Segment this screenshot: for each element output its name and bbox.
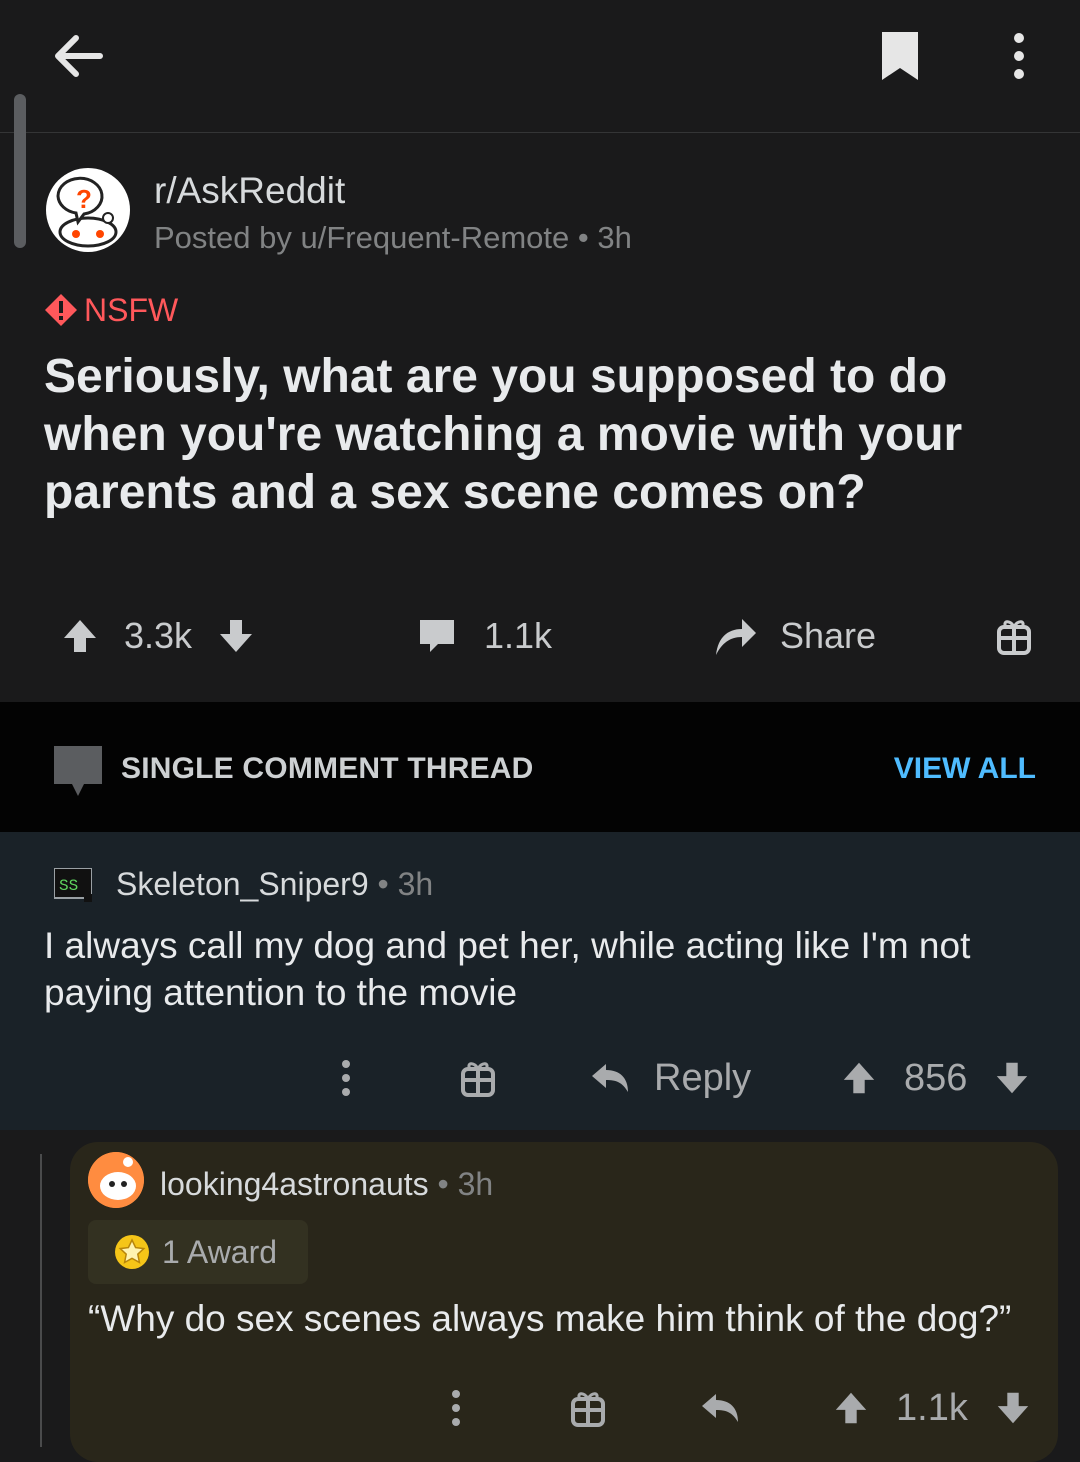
comment: SS Skeleton_Sniper9 • 3h I always call m… <box>0 832 1080 1130</box>
comment-username[interactable]: looking4astronauts <box>160 1166 429 1202</box>
thread-line[interactable] <box>40 1154 42 1447</box>
award-label: 1 Award <box>162 1233 278 1270</box>
svg-text:SS: SS <box>59 877 78 895</box>
star-award-icon <box>115 1235 149 1269</box>
share-arrow-icon <box>716 619 756 655</box>
bookmark-icon[interactable] <box>876 28 924 84</box>
comment-score: 856 <box>904 1056 968 1099</box>
vertical-dots-icon[interactable] <box>446 1378 466 1438</box>
comment-age: 3h <box>457 1166 494 1202</box>
comment-actions: 1.1k <box>70 1378 1058 1438</box>
scrollbar[interactable] <box>14 94 26 248</box>
vote-group: 3.3k <box>60 600 256 672</box>
upvote-icon[interactable] <box>832 1389 870 1427</box>
comment-meta: looking4astronauts • 3h <box>160 1166 494 1202</box>
askreddit-snoo-icon: ? <box>56 176 118 248</box>
comment-score: 1.1k <box>896 1386 968 1429</box>
comment-age: 3h <box>397 866 434 902</box>
user-avatar[interactable] <box>88 1152 144 1208</box>
single-thread-bar: SINGLE COMMENT THREAD VIEW ALL <box>0 702 1080 832</box>
post-header: ? r/AskReddit Posted by u/Frequent-Remot… <box>46 168 1026 258</box>
reply-comment: looking4astronauts • 3h 1 Award “Why do … <box>70 1142 1058 1462</box>
top-app-bar <box>0 0 1080 133</box>
user-avatar-icon[interactable]: SS <box>54 868 92 902</box>
downvote-icon[interactable] <box>993 1059 1031 1097</box>
nsfw-label: NSFW <box>84 291 179 328</box>
comment-bubble-icon <box>420 620 454 652</box>
reply-button[interactable]: Reply <box>590 1048 751 1108</box>
view-all-link[interactable]: VIEW ALL <box>894 752 1036 786</box>
post-meta: Posted by u/Frequent-Remote • 3h <box>154 220 632 255</box>
downvote-icon[interactable] <box>994 1389 1032 1427</box>
comment-body: I always call my dog and pet her, while … <box>44 925 971 1013</box>
post-score: 3.3k <box>124 615 193 656</box>
share-label: Share <box>780 615 877 656</box>
thread-label: SINGLE COMMENT THREAD <box>121 752 534 785</box>
svg-text:?: ? <box>76 184 92 214</box>
post-age: 3h <box>597 220 632 255</box>
vertical-dots-icon[interactable] <box>336 1048 356 1108</box>
award-badge[interactable]: 1 Award <box>88 1220 308 1284</box>
reply-arrow-icon[interactable] <box>700 1378 740 1438</box>
arrow-left-icon[interactable] <box>50 28 106 84</box>
vertical-dots-icon[interactable] <box>1005 30 1033 82</box>
gift-icon <box>997 620 1031 655</box>
comment-bubble-icon <box>54 746 102 796</box>
reply-label: Reply <box>654 1056 752 1099</box>
comment-vote-group: 856 <box>840 1048 1031 1108</box>
comment-actions: Reply 856 <box>0 1048 1080 1108</box>
snoo-avatar-icon <box>88 1152 144 1208</box>
comment-username[interactable]: Skeleton_Sniper9 <box>116 866 369 902</box>
post-title: Seriously, what are you supposed to do w… <box>44 350 963 519</box>
comment-count: 1.1k <box>484 615 553 656</box>
posted-by[interactable]: Posted by u/Frequent-Remote <box>154 220 569 255</box>
reply-arrow-icon <box>592 1064 628 1092</box>
subreddit-name[interactable]: r/AskReddit <box>154 170 345 212</box>
gift-icon[interactable] <box>460 1048 496 1108</box>
comments-button[interactable]: 1.1k <box>416 600 552 672</box>
comment-meta: Skeleton_Sniper9 • 3h <box>116 866 434 902</box>
subreddit-avatar[interactable]: ? <box>46 168 130 252</box>
upvote-icon[interactable] <box>840 1059 878 1097</box>
post-actions: 3.3k 1.1k Share <box>0 600 1080 672</box>
warning-diamond-icon <box>45 294 77 326</box>
comment-body: “Why do sex scenes always make him think… <box>88 1298 1012 1339</box>
award-button[interactable] <box>996 600 1032 672</box>
comment-vote-group: 1.1k <box>832 1378 1032 1438</box>
upvote-icon[interactable] <box>60 616 100 656</box>
share-button[interactable]: Share <box>712 600 876 672</box>
nsfw-tag: NSFW <box>44 292 178 328</box>
gift-icon[interactable] <box>570 1378 606 1438</box>
downvote-icon[interactable] <box>216 616 256 656</box>
